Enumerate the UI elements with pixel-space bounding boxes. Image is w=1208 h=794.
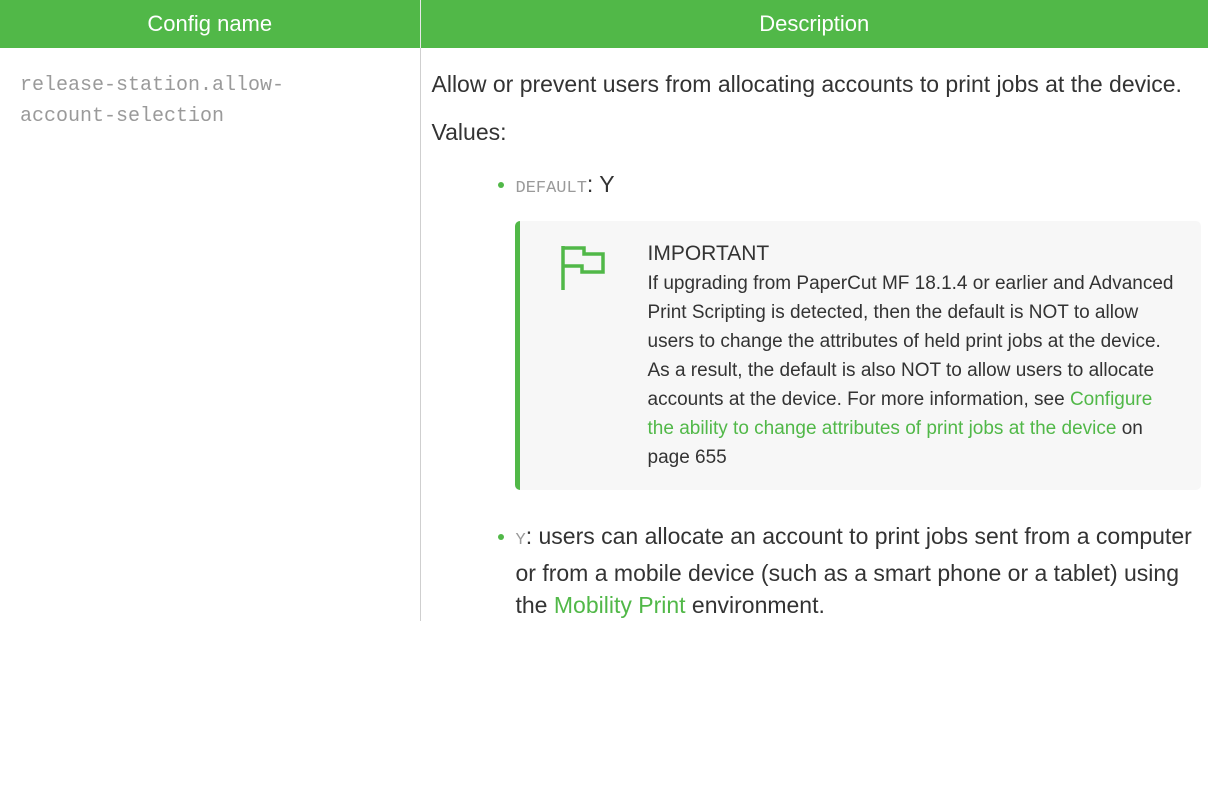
- default-value: Y: [599, 171, 615, 197]
- config-name-line-2: account-selection: [20, 105, 225, 128]
- default-separator: :: [586, 171, 594, 197]
- config-table: Config name Description release-station.…: [0, 0, 1208, 621]
- important-note: IMPORTANT If upgrading from PaperCut MF …: [514, 221, 1201, 490]
- value-list: DEFAULT: Y: [432, 168, 1197, 205]
- list-item-default: DEFAULT: Y: [432, 168, 1197, 205]
- values-label: Values:: [431, 119, 507, 145]
- description-intro: Allow or prevent users from allocating a…: [431, 71, 1182, 97]
- mobility-print-link[interactable]: Mobility Print: [554, 592, 686, 618]
- bullet-icon: [497, 534, 504, 540]
- list-item-y: Y: users can allocate an account to prin…: [432, 520, 1197, 621]
- config-name-line-1: release-station.allow-: [20, 74, 285, 97]
- default-key: DEFAULT: [515, 179, 587, 198]
- y-key: Y: [515, 531, 526, 550]
- value-list-y: Y: users can allocate an account to prin…: [432, 520, 1197, 621]
- header-description: Description: [420, 0, 1208, 48]
- description-cell: Allow or prevent users from allocating a…: [420, 48, 1208, 621]
- note-title: IMPORTANT: [647, 242, 770, 265]
- table-row: release-station.allow- account-selection…: [0, 48, 1208, 621]
- header-config-name: Config name: [0, 0, 421, 48]
- bullet-icon: [497, 182, 504, 188]
- note-body: If upgrading from PaperCut MF 18.1.4 or …: [648, 269, 1181, 472]
- flag-icon: [560, 246, 605, 290]
- y-text-after: environment.: [685, 592, 825, 618]
- table-header-row: Config name Description: [0, 0, 1208, 48]
- config-name-cell: release-station.allow- account-selection: [0, 48, 421, 621]
- config-name: release-station.allow- account-selection: [20, 70, 420, 132]
